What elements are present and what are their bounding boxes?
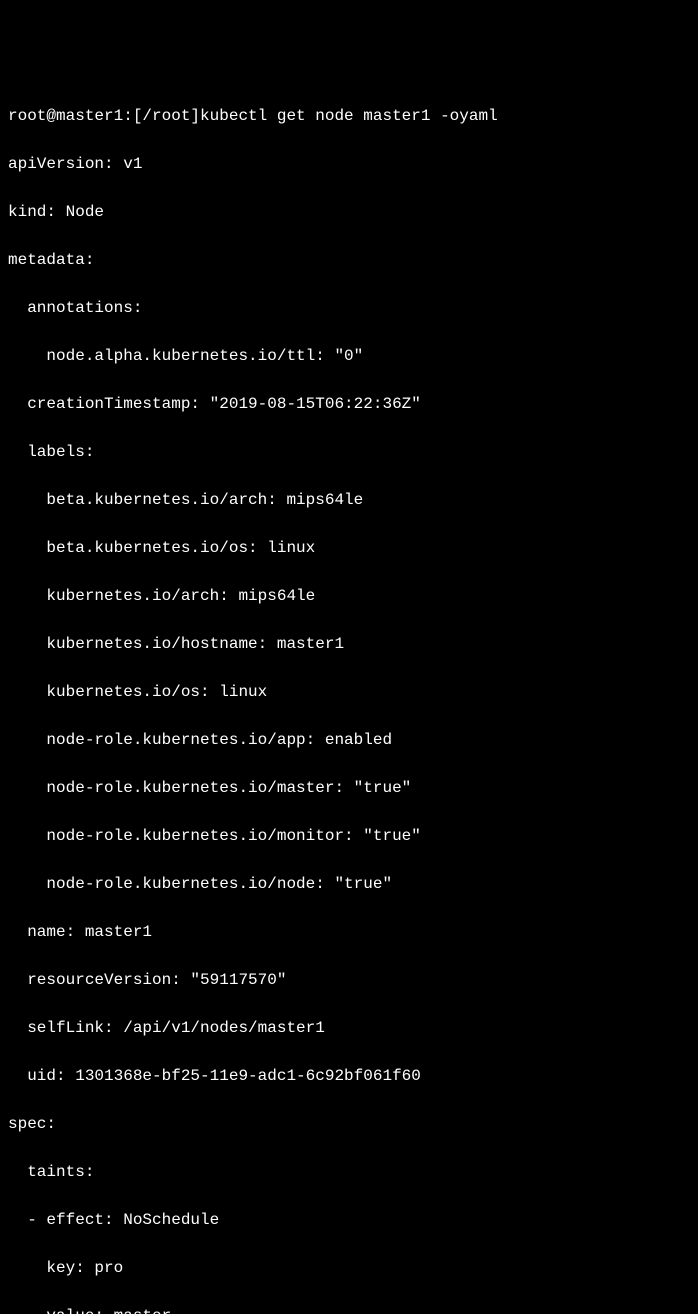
terminal-output-line: node-role.kubernetes.io/app: enabled xyxy=(8,728,690,752)
terminal-output-line: spec: xyxy=(8,1112,690,1136)
terminal-output-line: node-role.kubernetes.io/monitor: "true" xyxy=(8,824,690,848)
terminal-output-line: beta.kubernetes.io/os: linux xyxy=(8,536,690,560)
terminal-output-line: creationTimestamp: "2019-08-15T06:22:36Z… xyxy=(8,392,690,416)
terminal-prompt-line[interactable]: root@master1:[/root]kubectl get node mas… xyxy=(8,104,690,128)
terminal-output-line: - effect: NoSchedule xyxy=(8,1208,690,1232)
terminal-output-line: key: pro xyxy=(8,1256,690,1280)
terminal-command: kubectl get node master1 -oyaml xyxy=(200,107,498,125)
terminal-output-line: value: master xyxy=(8,1304,690,1314)
terminal-output-line: beta.kubernetes.io/arch: mips64le xyxy=(8,488,690,512)
terminal-output-line: metadata: xyxy=(8,248,690,272)
terminal-output-line: kubernetes.io/hostname: master1 xyxy=(8,632,690,656)
terminal-prompt: root@master1:[/root] xyxy=(8,107,200,125)
terminal-output-line: node.alpha.kubernetes.io/ttl: "0" xyxy=(8,344,690,368)
terminal-output-line: name: master1 xyxy=(8,920,690,944)
terminal-output-line: kind: Node xyxy=(8,200,690,224)
terminal-output-line: uid: 1301368e-bf25-11e9-adc1-6c92bf061f6… xyxy=(8,1064,690,1088)
terminal-output-line: node-role.kubernetes.io/node: "true" xyxy=(8,872,690,896)
terminal-output-line: kubernetes.io/arch: mips64le xyxy=(8,584,690,608)
terminal-output-line: labels: xyxy=(8,440,690,464)
terminal-output-line: selfLink: /api/v1/nodes/master1 xyxy=(8,1016,690,1040)
terminal-output-line: node-role.kubernetes.io/master: "true" xyxy=(8,776,690,800)
terminal-output-line: kubernetes.io/os: linux xyxy=(8,680,690,704)
terminal-output-line: apiVersion: v1 xyxy=(8,152,690,176)
terminal-output-line: annotations: xyxy=(8,296,690,320)
terminal-output-line: resourceVersion: "59117570" xyxy=(8,968,690,992)
terminal-output-line: taints: xyxy=(8,1160,690,1184)
